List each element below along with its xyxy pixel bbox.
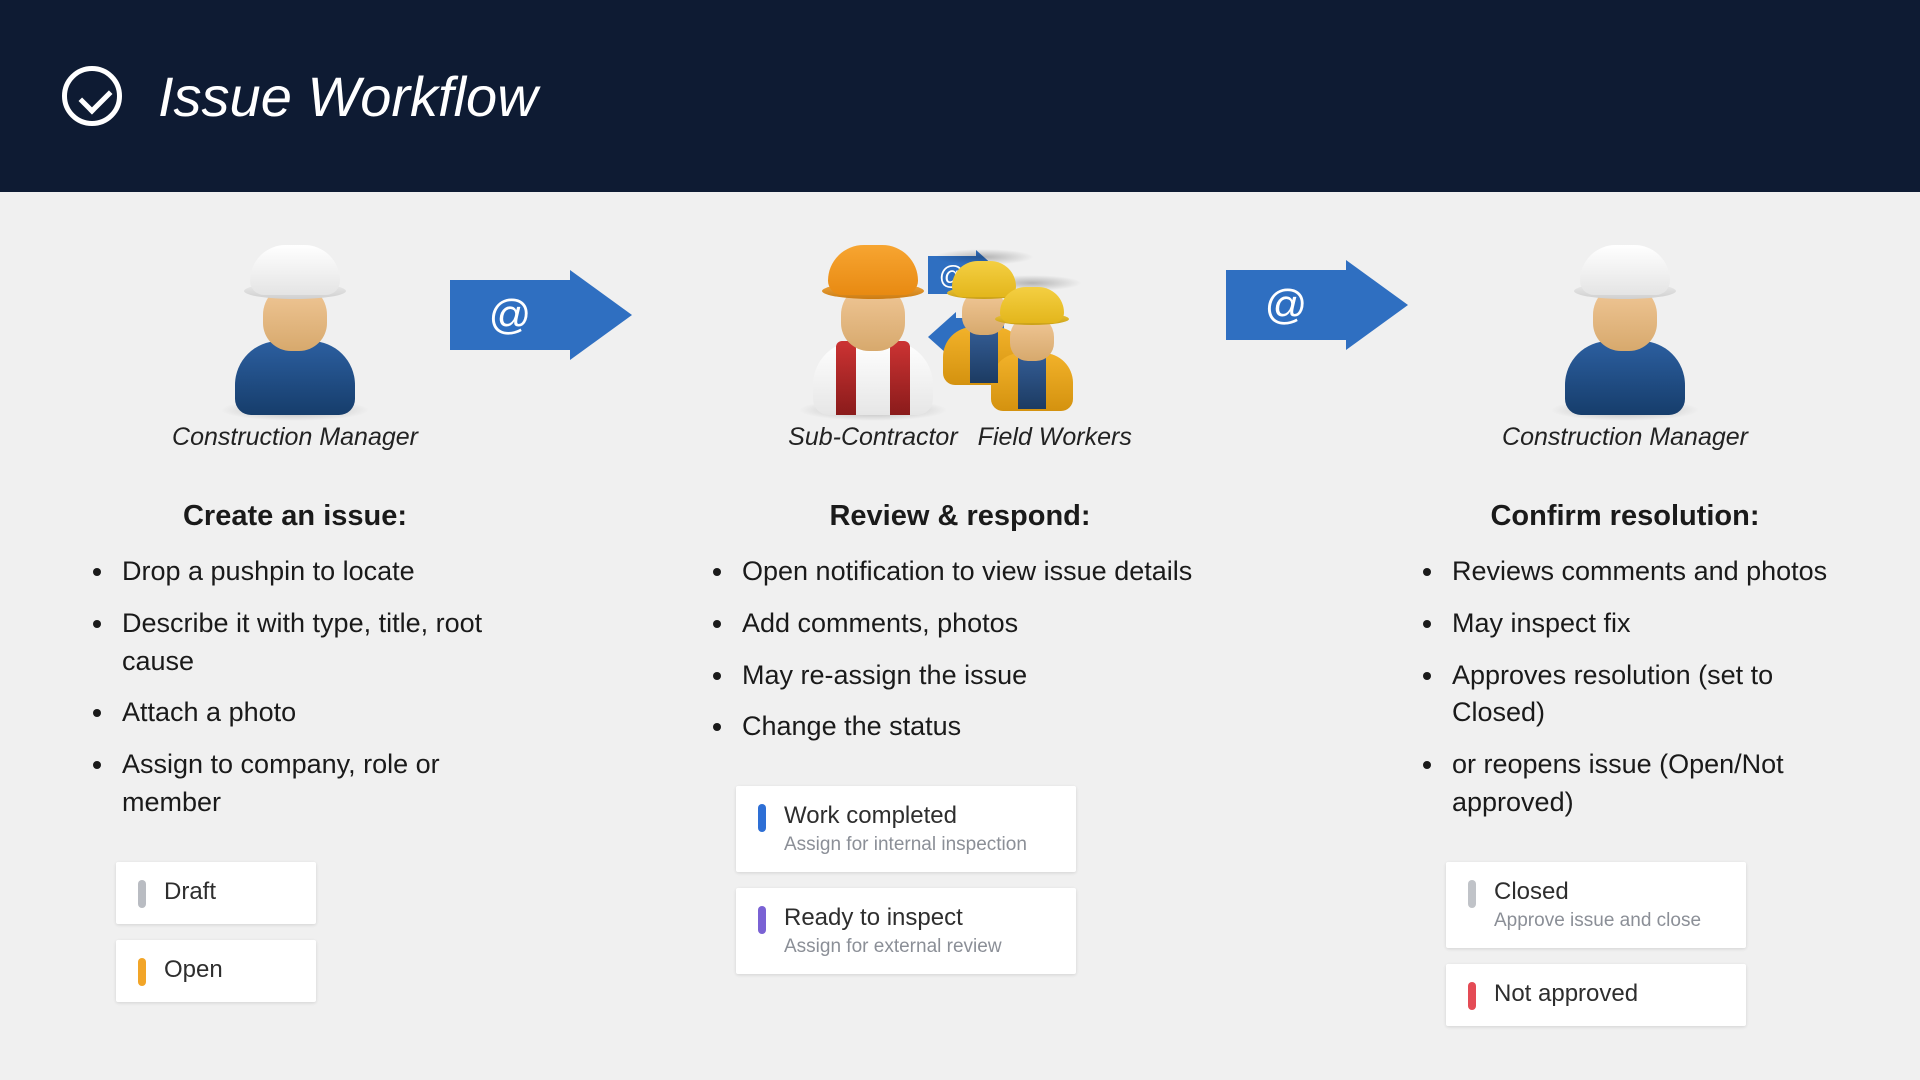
status-card-open: Open <box>116 940 316 1002</box>
status-sublabel: Assign for external review <box>784 936 1002 958</box>
status-pill-icon <box>138 880 146 908</box>
bullet-item: Open notification to view issue details <box>736 553 1240 591</box>
column-confirm: Construction Manager Confirm resolution:… <box>1390 222 1860 1026</box>
status-label: Open <box>164 956 223 984</box>
content-area: Construction Manager Create an issue: Dr… <box>0 192 1920 1026</box>
status-list-create: Draft Open <box>60 862 530 1002</box>
actor-construction-manager-2: Construction Manager <box>1502 245 1748 452</box>
column-review: Sub-Contractor <box>680 222 1240 1026</box>
bullet-item: Add comments, photos <box>736 605 1240 643</box>
actor-sub-contractor: Sub-Contractor <box>788 245 958 452</box>
status-sublabel: Assign for internal inspection <box>784 834 1027 856</box>
status-label: Work completed <box>784 802 1027 830</box>
header-bar: Issue Workflow <box>0 0 1920 192</box>
section-title-review: Review & respond: <box>680 500 1240 533</box>
status-pill-icon <box>1468 982 1476 1010</box>
actor-label: Field Workers <box>978 423 1132 452</box>
actor-label: Sub-Contractor <box>788 423 958 452</box>
check-circle-icon <box>62 66 122 126</box>
status-label: Draft <box>164 878 216 906</box>
bullet-item: Approves resolution (set to Closed) <box>1446 657 1860 733</box>
status-label: Ready to inspect <box>784 904 1002 932</box>
status-list-confirm: Closed Approve issue and close Not appro… <box>1390 862 1860 1026</box>
status-card-not-approved: Not approved <box>1446 964 1746 1026</box>
at-symbol: @ <box>1265 281 1308 329</box>
bullet-item: Describe it with type, title, root cause <box>116 605 530 681</box>
section-title-create: Create an issue: <box>60 500 530 533</box>
status-card-draft: Draft <box>116 862 316 924</box>
status-pill-icon <box>1468 880 1476 908</box>
status-card-work-completed: Work completed Assign for internal inspe… <box>736 786 1076 872</box>
actor-construction-manager: Construction Manager <box>172 245 418 452</box>
page-title: Issue Workflow <box>158 64 538 129</box>
at-symbol: @ <box>489 291 532 339</box>
actor-field-workers: Field Workers <box>978 255 1132 452</box>
bullet-item: Reviews comments and photos <box>1446 553 1860 591</box>
bullet-item: Drop a pushpin to locate <box>116 553 530 591</box>
section-title-confirm: Confirm resolution: <box>1390 500 1860 533</box>
subcontractor-avatar-icon <box>808 245 938 415</box>
arrow-right-icon: @ <box>1226 260 1426 350</box>
status-pill-icon <box>758 804 766 832</box>
bullet-item: Assign to company, role or member <box>116 746 530 822</box>
status-card-closed: Closed Approve issue and close <box>1446 862 1746 948</box>
bullet-list-review: Open notification to view issue details … <box>680 553 1240 760</box>
actor-label: Construction Manager <box>1502 423 1748 452</box>
status-label: Closed <box>1494 878 1701 906</box>
bullet-list-confirm: Reviews comments and photos May inspect … <box>1390 553 1860 836</box>
bullet-item: or reopens issue (Open/Not approved) <box>1446 746 1860 822</box>
manager-avatar-icon <box>230 245 360 415</box>
status-pill-icon <box>138 958 146 986</box>
status-list-review: Work completed Assign for internal inspe… <box>680 786 1240 974</box>
status-pill-icon <box>758 906 766 934</box>
status-label: Not approved <box>1494 980 1638 1008</box>
bullet-item: May inspect fix <box>1446 605 1860 643</box>
bullet-list-create: Drop a pushpin to locate Describe it wit… <box>60 553 530 836</box>
status-card-ready-inspect: Ready to inspect Assign for external rev… <box>736 888 1076 974</box>
actor-label: Construction Manager <box>172 423 418 452</box>
bullet-item: Attach a photo <box>116 694 530 732</box>
bullet-item: Change the status <box>736 708 1240 746</box>
arrow-right-icon: @ <box>450 270 650 360</box>
status-sublabel: Approve issue and close <box>1494 910 1701 932</box>
manager-avatar-icon <box>1560 245 1690 415</box>
field-workers-avatar-icon <box>990 255 1120 415</box>
bullet-item: May re-assign the issue <box>736 657 1240 695</box>
